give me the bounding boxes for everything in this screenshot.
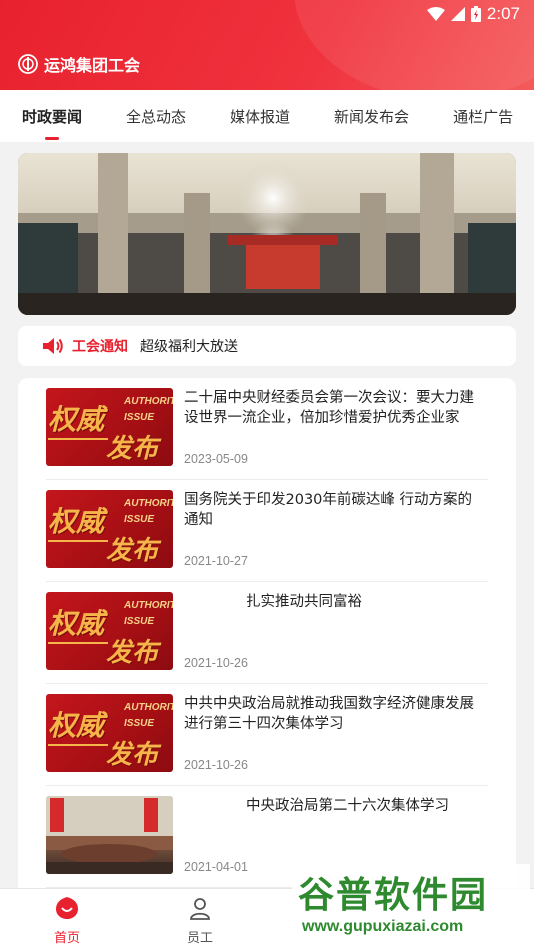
news-thumbnail: 权威 发布 AUTHORITY ISSUE: [46, 694, 173, 772]
watermark-title: 谷普软件园: [298, 875, 489, 916]
thumb-big-text: 发布: [106, 638, 159, 668]
tab-federation-news[interactable]: 全总动态: [126, 106, 186, 127]
news-date: 2021-10-26: [184, 656, 248, 670]
meeting-photo: [46, 796, 173, 874]
tabbar-staff-label: 员工: [186, 931, 213, 946]
site-watermark: 谷普软件园 www.gupuxiazai.com: [292, 864, 530, 946]
thumb-big-text: 发布: [106, 536, 159, 566]
tabbar-home-label: 首页: [53, 931, 80, 946]
thumb-big-text: 发布: [106, 434, 159, 464]
app-brand: 运鸿集团工会: [18, 52, 140, 76]
thumb-en-text: AUTHORITY: [124, 702, 173, 713]
wifi-icon: [426, 7, 445, 21]
thumb-big-text: 权威: [48, 607, 105, 640]
banner-hall-image: [18, 153, 516, 315]
news-title: 二十届中央财经委员会第一次会议：要大力建设世界一流企业，倍加珍惜爱护优秀企业家: [184, 390, 474, 426]
category-tabs: 时政要闻 全总动态 媒体报道 新闻发布会 通栏广告: [0, 90, 534, 142]
thumb-stripe: [48, 438, 108, 440]
speaker-icon: [43, 338, 63, 354]
news-thumbnail: 权威 发布 AUTHORITY ISSUE: [46, 490, 173, 568]
union-notice-bar[interactable]: 工会通知 超级福利大放送: [18, 326, 516, 366]
news-date: 2021-04-01: [184, 860, 248, 874]
authority-issue-graphic: 权威 发布 AUTHORITY ISSUE: [46, 388, 173, 466]
tab-press-conference[interactable]: 新闻发布会: [334, 106, 409, 127]
status-bar: 2:07: [426, 4, 520, 24]
news-thumbnail: [46, 796, 173, 874]
thumb-en-text: AUTHORITY: [124, 396, 173, 407]
news-title: 中央政治局第二十六次集体学习: [246, 798, 449, 814]
notice-label: 工会通知: [72, 339, 128, 355]
thumb-en-text: ISSUE: [124, 616, 155, 627]
thumb-stripe: [48, 642, 108, 644]
news-date: 2021-10-26: [184, 758, 248, 772]
news-list: 权威 发布 AUTHORITY ISSUE 二十届中央财经委员会第一次会议：要大…: [18, 378, 516, 898]
app-title: 运鸿集团工会: [44, 56, 141, 75]
thumb-big-text: 权威: [48, 505, 105, 538]
news-date: 2021-10-27: [184, 554, 248, 568]
app-header: 2:07 运鸿集团工会: [0, 0, 534, 90]
news-thumbnail: 权威 发布 AUTHORITY ISSUE: [46, 592, 173, 670]
tab-politics[interactable]: 时政要闻: [22, 106, 82, 140]
authority-issue-graphic: 权威 发布 AUTHORITY ISSUE: [46, 694, 173, 772]
tabbar-home[interactable]: 首页: [27, 895, 107, 946]
thumb-big-text: 发布: [106, 740, 159, 770]
thumb-en-text: AUTHORITY: [124, 600, 173, 611]
list-item[interactable]: 权威 发布 AUTHORITY ISSUE 国务院关于印发2030年前碳达峰 行…: [46, 480, 488, 582]
hero-banner[interactable]: [18, 153, 516, 315]
news-title: 中共中央政治局就推动我国数字经济健康发展进行第三十四次集体学习: [184, 696, 474, 732]
watermark-url: www.gupuxiazai.com: [302, 918, 464, 935]
list-item[interactable]: 权威 发布 AUTHORITY ISSUE 中共中央政治局就推动我国数字经济健康…: [46, 684, 488, 786]
authority-issue-graphic: 权威 发布 AUTHORITY ISSUE: [46, 592, 173, 670]
tab-media-reports[interactable]: 媒体报道: [230, 106, 290, 127]
news-thumbnail: 权威 发布 AUTHORITY ISSUE: [46, 388, 173, 466]
notice-text[interactable]: 超级福利大放送: [140, 336, 238, 356]
list-item[interactable]: 权威 发布 AUTHORITY ISSUE 扎实推动共同富裕 2021-10-2…: [46, 582, 488, 684]
signal-icon: [450, 7, 465, 21]
meeting-photo-image: [46, 796, 173, 874]
battery-icon: [470, 6, 481, 22]
thumb-en-text: ISSUE: [124, 514, 155, 525]
tab-banner-ads[interactable]: 通栏广告: [453, 106, 513, 127]
home-icon: [56, 897, 78, 919]
thumb-en-text: ISSUE: [124, 718, 155, 729]
union-logo-icon: [18, 54, 38, 74]
news-title: 扎实推动共同富裕: [246, 594, 362, 610]
status-time: 2:07: [486, 4, 520, 23]
thumb-big-text: 权威: [48, 709, 105, 742]
thumb-big-text: 权威: [48, 403, 105, 436]
thumb-stripe: [48, 744, 108, 746]
tabbar-staff[interactable]: 员工: [160, 895, 240, 946]
thumb-en-text: AUTHORITY: [124, 498, 173, 509]
news-date: 2023-05-09: [184, 452, 248, 466]
authority-issue-graphic: 权威 发布 AUTHORITY ISSUE: [46, 490, 173, 568]
user-icon: [190, 898, 210, 920]
thumb-stripe: [48, 540, 108, 542]
news-title: 国务院关于印发2030年前碳达峰 行动方案的通知: [184, 492, 473, 528]
thumb-en-text: ISSUE: [124, 412, 155, 423]
list-item[interactable]: 权威 发布 AUTHORITY ISSUE 二十届中央财经委员会第一次会议：要大…: [46, 378, 488, 480]
